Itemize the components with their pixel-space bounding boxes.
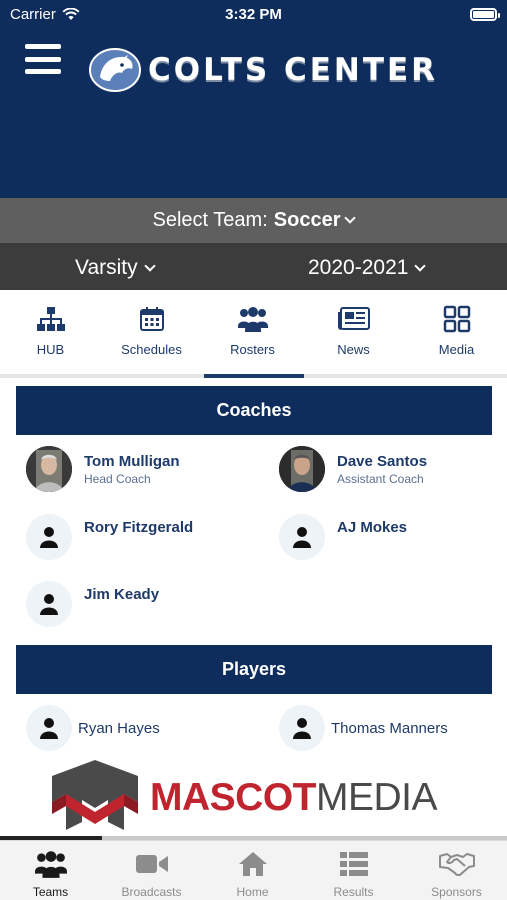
nav-results-label: Results: [333, 885, 374, 899]
player-name: Thomas Manners: [331, 719, 448, 737]
home-icon: [238, 852, 267, 876]
nav-teams[interactable]: Teams: [0, 841, 101, 900]
nav-results[interactable]: Results: [303, 841, 404, 900]
people-icon: [34, 851, 67, 878]
grid-icon: [443, 305, 470, 333]
person-icon: [26, 705, 72, 751]
coach-card[interactable]: Rory Fitzgerald: [26, 514, 193, 560]
player-name: Ryan Hayes: [78, 719, 160, 737]
app-screen: Carrier 3:32 PM COLTS CENTER Select Team…: [0, 0, 507, 900]
player-card[interactable]: Thomas Manners: [279, 705, 448, 751]
sponsor-name: MASCOTMEDIA: [150, 776, 438, 820]
team-selector-label: Select Team:: [152, 209, 268, 231]
header: Carrier 3:32 PM COLTS CENTER: [0, 0, 507, 198]
season-value: 2020-2021: [308, 256, 409, 279]
coach-name: Rory Fitzgerald: [84, 518, 194, 536]
section-tabs: HUB Schedules Rosters News Media: [0, 290, 507, 378]
nav-broadcasts[interactable]: Broadcasts: [101, 841, 202, 900]
coach-name: Tom Mulligan: [84, 452, 180, 470]
hierarchy-icon: [36, 307, 65, 331]
person-icon: [26, 581, 72, 627]
mascot-media-logo-icon: [52, 760, 138, 830]
tab-schedules-label: Schedules: [121, 342, 182, 357]
list-icon: [339, 852, 368, 876]
status-time: 3:32 PM: [225, 6, 282, 23]
chevron-down-icon: [143, 259, 156, 272]
player-card[interactable]: Ryan Hayes: [26, 705, 160, 751]
coach-name: Dave Santos: [337, 452, 428, 470]
level-value: Varsity: [75, 256, 138, 279]
season-dropdown[interactable]: 2020-2021: [308, 256, 427, 280]
coach-photo: [26, 446, 72, 492]
chevron-down-icon: [414, 259, 427, 272]
coach-role: Head Coach: [84, 471, 151, 486]
tab-media[interactable]: Media: [406, 290, 507, 374]
nav-sponsors[interactable]: Sponsors: [406, 841, 507, 900]
coach-card[interactable]: AJ Mokes: [279, 514, 407, 560]
colt-head-logo-icon: [89, 48, 141, 92]
coach-name: Jim Keady: [84, 585, 160, 603]
tab-rosters-label: Rosters: [230, 342, 275, 357]
sponsor-name-part1: MASCOT: [150, 776, 317, 819]
tab-hub-label: HUB: [36, 342, 65, 357]
nav-home-label: Home: [236, 885, 269, 899]
nav-teams-label: Teams: [32, 885, 69, 899]
chevron-down-icon: [344, 212, 357, 224]
nav-home[interactable]: Home: [202, 841, 303, 900]
tab-rosters[interactable]: Rosters: [202, 290, 303, 374]
sponsor-banner[interactable]: MASCOTMEDIA: [48, 758, 468, 834]
calendar-icon: [139, 307, 164, 331]
coaches-header: Coaches: [16, 386, 492, 435]
level-dropdown[interactable]: Varsity: [75, 256, 156, 280]
nav-broadcasts-label: Broadcasts: [121, 885, 182, 899]
tab-hub[interactable]: HUB: [0, 290, 101, 374]
handshake-icon: [438, 853, 475, 876]
coach-role: Assistant Coach: [337, 471, 424, 486]
tab-news-label: News: [337, 342, 370, 357]
coach-name: AJ Mokes: [337, 518, 408, 536]
coach-card[interactable]: Dave Santos Assistant Coach: [279, 446, 427, 492]
person-icon: [26, 514, 72, 560]
status-bar: Carrier 3:32 PM: [0, 0, 507, 30]
tab-media-label: Media: [438, 342, 475, 357]
people-icon: [237, 307, 268, 332]
sponsor-name-part2: MEDIA: [316, 776, 438, 819]
colts-logo: COLTS CENTER: [88, 47, 438, 93]
coach-card[interactable]: Jim Keady: [26, 581, 159, 627]
team-selector-value: Soccer: [273, 209, 341, 231]
person-icon: [279, 514, 325, 560]
newspaper-icon: [337, 307, 370, 330]
hamburger-menu-icon[interactable]: [25, 44, 61, 74]
coach-photo: [279, 446, 325, 492]
tab-news[interactable]: News: [303, 290, 404, 374]
nav-sponsors-label: Sponsors: [431, 885, 482, 899]
players-header: Players: [16, 645, 492, 694]
tab-schedules[interactable]: Schedules: [101, 290, 202, 374]
bottom-navigation: Teams Broadcasts Home Results Sponsors: [0, 840, 507, 900]
level-season-bar: Varsity 2020-2021: [0, 243, 507, 290]
person-icon: [279, 705, 325, 751]
video-camera-icon: [135, 855, 168, 873]
battery-icon: [470, 8, 500, 21]
coach-card[interactable]: Tom Mulligan Head Coach: [26, 446, 180, 492]
team-selector[interactable]: Select Team: Soccer: [0, 198, 507, 243]
app-title: COLTS CENTER: [148, 52, 439, 88]
